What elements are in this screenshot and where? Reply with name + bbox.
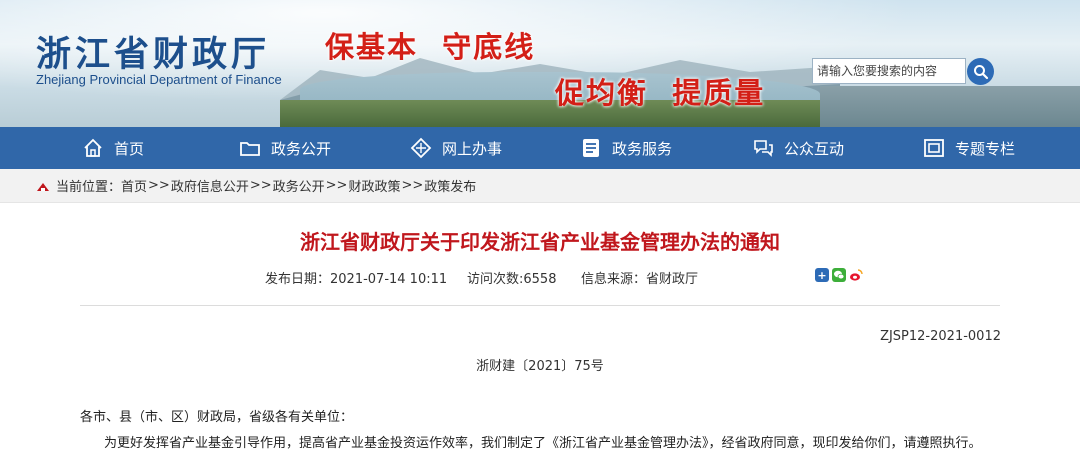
breadcrumb-item-gov-info[interactable]: 政府信息公开 (171, 176, 249, 195)
nav-item-gov-service[interactable]: 政务服务 (580, 127, 672, 169)
nav-item-label: 专题专栏 (955, 139, 1016, 158)
site-banner: 浙江省财政厅 Zhejiang Provincial Department of… (0, 0, 1080, 127)
weibo-logo-icon (850, 269, 863, 281)
breadcrumb-prefix: 当前位置： (56, 180, 122, 195)
nav-item-online-service[interactable]: 网上办事 (410, 127, 502, 169)
breadcrumb-item-policy-release[interactable]: 政策发布 (424, 176, 476, 195)
file-number: 浙财建〔2021〕75号 (476, 359, 604, 374)
nav-item-public-interaction[interactable]: 公众互动 (752, 127, 844, 169)
search-input[interactable] (813, 59, 965, 83)
folder-icon (240, 142, 260, 156)
wechat-bubble-icon (834, 270, 845, 280)
breadcrumb-separator: >> (249, 178, 272, 193)
document-icon (583, 139, 599, 157)
share-bar: + (815, 268, 863, 282)
main-nav: 首页 政务公开 网上办事 政务服务 公众互动 专题专栏 (0, 127, 1080, 169)
location-icon (37, 182, 49, 191)
nav-item-home[interactable]: 首页 (82, 127, 144, 169)
info-source: 信息来源：省财政厅 (581, 272, 699, 287)
visit-count: 访问次数:6558 (467, 272, 557, 287)
body-paragraph: 为更好发挥省产业基金引导作用，提高省产业基金投资运作效率，我们制定了《浙江省产业… (104, 436, 982, 451)
share-more-icon[interactable]: + (815, 268, 829, 282)
banner-shore-right (820, 86, 1080, 127)
weibo-icon[interactable] (849, 268, 863, 282)
slogan-bottom: 促均衡 提质量 (555, 76, 766, 110)
site-logo-subtitle: Zhejiang Provincial Department of Financ… (36, 72, 282, 87)
breadcrumb-separator: >> (401, 178, 424, 193)
breadcrumb-item-fiscal-policy[interactable]: 财政政策 (348, 176, 400, 195)
publish-date: 发布日期：2021-07-14 10:11 (265, 272, 448, 287)
nav-item-label: 政务公开 (271, 139, 332, 158)
article-divider (80, 305, 1000, 306)
search-button[interactable] (967, 58, 994, 85)
nav-item-label: 政务服务 (612, 139, 673, 158)
breadcrumb-separator: >> (148, 178, 170, 193)
chat-icon (754, 140, 773, 157)
breadcrumb-item-home[interactable]: 首页 (121, 176, 147, 195)
breadcrumb: 当前位置： 首页 >> 政府信息公开 >> 政务公开 >> 财政政策 >> 政策… (0, 169, 1080, 203)
home-icon (84, 138, 102, 157)
wechat-icon[interactable] (832, 268, 846, 282)
breadcrumb-item-gov-affairs[interactable]: 政务公开 (273, 176, 325, 195)
slogan-top: 保基本 守底线 (325, 30, 536, 64)
nav-item-label: 网上办事 (442, 139, 503, 158)
article-title: 浙江省财政厅关于印发浙江省产业基金管理办法的通知 (300, 230, 780, 254)
document-code: ZJSP12-2021-0012 (880, 329, 1001, 344)
window-icon (924, 139, 944, 157)
nav-item-label: 首页 (114, 139, 145, 158)
nav-item-government-affairs[interactable]: 政务公开 (239, 127, 331, 169)
site-logo-title[interactable]: 浙江省财政厅 (36, 26, 270, 77)
search-icon (973, 64, 988, 79)
search-box[interactable] (812, 58, 966, 84)
addressee-line: 各市、县（市、区）财政局，省级各有关单位： (80, 410, 354, 425)
breadcrumb-separator: >> (325, 178, 348, 193)
nav-item-special-topics[interactable]: 专题专栏 (923, 127, 1015, 169)
nav-item-label: 公众互动 (784, 139, 845, 158)
diamond-icon (410, 137, 432, 159)
